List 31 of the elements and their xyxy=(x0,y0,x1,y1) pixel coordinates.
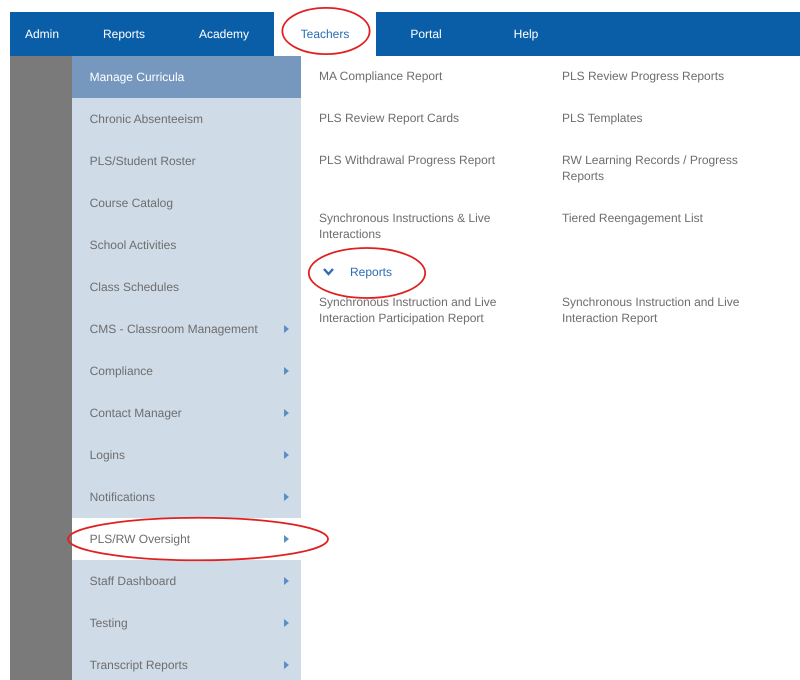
report-link[interactable]: Synchronous Instructions & Live Interactions xyxy=(319,210,519,252)
nav-tab[interactable]: Academy xyxy=(174,12,274,56)
menu-item[interactable]: Staff Dashboard xyxy=(72,560,301,602)
nav-tab[interactable]: Teachers xyxy=(274,12,376,56)
menu-item[interactable]: Compliance xyxy=(72,350,301,392)
report-link[interactable]: PLS Review Report Cards xyxy=(319,110,519,152)
menu-item[interactable]: Manage Curricula xyxy=(72,56,301,98)
report-link[interactable]: MA Compliance Report xyxy=(319,68,519,110)
menu-item[interactable]: Logins xyxy=(72,434,301,476)
report-link[interactable]: Synchronous Instruction and Live Interaction Report xyxy=(562,294,782,336)
report-link[interactable]: PLS Withdrawal Progress Report xyxy=(319,152,519,210)
report-link[interactable]: RW Learning Records / Progress Reports xyxy=(562,152,782,210)
menu-item[interactable]: CMS - Classroom Management xyxy=(72,308,301,350)
nav-tab[interactable]: Help xyxy=(476,12,576,56)
nav-tab[interactable]: Admin xyxy=(10,12,74,56)
menu-item[interactable]: Notifications xyxy=(72,476,301,518)
report-link[interactable]: Tiered Reengagement List xyxy=(562,210,782,252)
menu-item[interactable]: Contact Manager xyxy=(72,392,301,434)
menu-item[interactable]: PLS/Student Roster xyxy=(72,140,301,182)
menu-item[interactable]: Chronic Absenteeism xyxy=(72,98,301,140)
menu-item[interactable]: PLS/RW Oversight xyxy=(72,518,301,560)
nav-tab[interactable]: Portal xyxy=(376,12,476,56)
report-link[interactable]: PLS Review Progress Reports xyxy=(562,68,782,110)
menu-item[interactable]: Testing xyxy=(72,602,301,644)
nav-tab[interactable]: Reports xyxy=(74,12,174,56)
menu-item[interactable]: School Activities xyxy=(72,224,301,266)
menu-item[interactable]: Course Catalog xyxy=(72,182,301,224)
report-link[interactable]: Synchronous Instruction and Live Interaction Participation Report xyxy=(319,294,519,336)
menu-item[interactable]: Transcript Reports xyxy=(72,644,301,680)
menu-item[interactable]: Class Schedules xyxy=(72,266,301,308)
report-link[interactable]: PLS Templates xyxy=(562,110,782,152)
